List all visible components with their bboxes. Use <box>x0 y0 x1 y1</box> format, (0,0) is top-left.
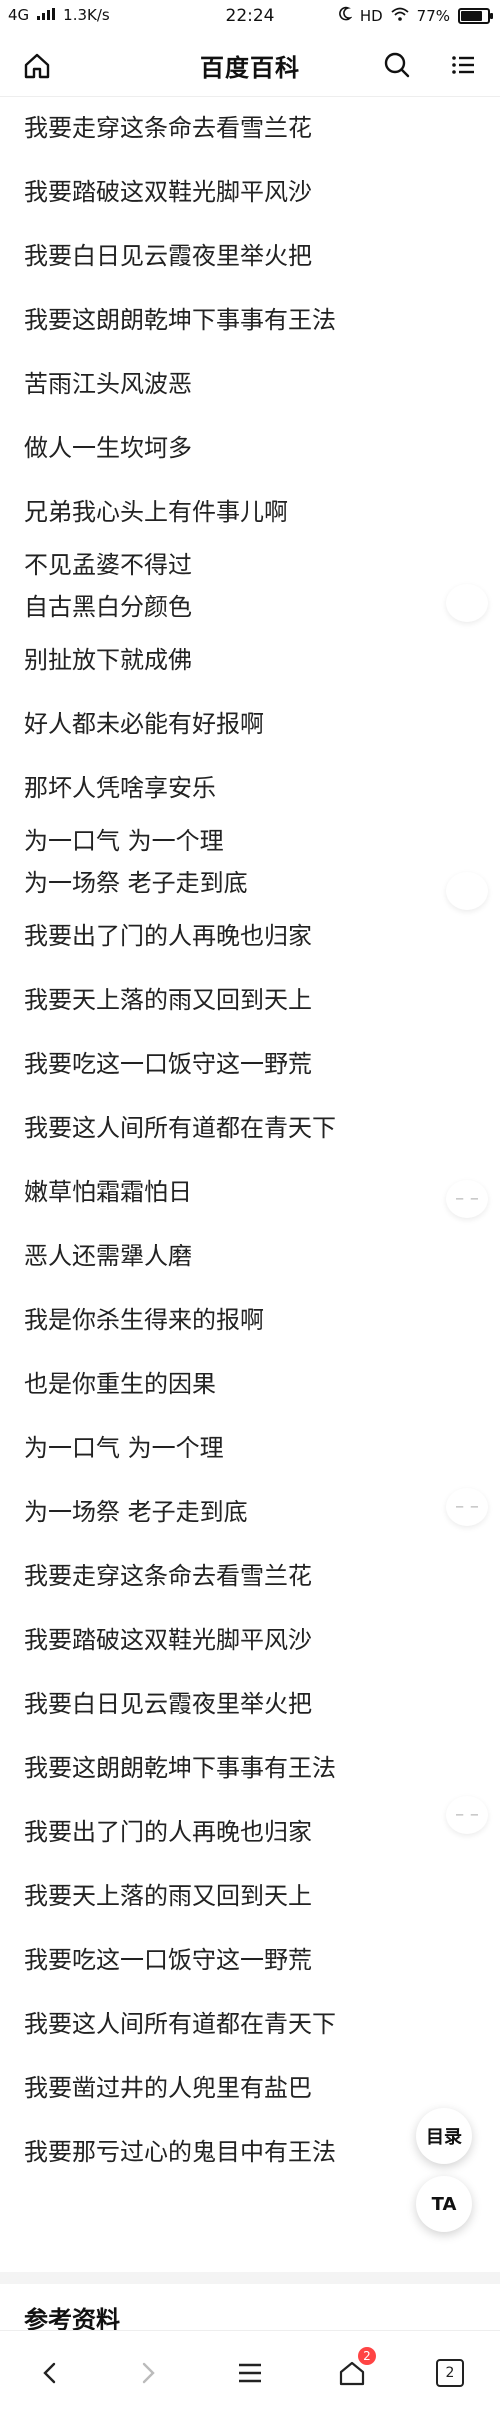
lyric-line: 我要这人间所有道都在青天下 <box>24 2010 336 2038</box>
battery-percent: 77% <box>416 7 450 25</box>
top-nav: 百度百科 <box>0 34 500 97</box>
page-title: 百度百科 <box>200 54 300 82</box>
lyric-line: 我要天上落的雨又回到天上 <box>24 1882 312 1910</box>
lyric-line: 做人一生坎坷多 <box>24 434 192 462</box>
lyric-line: 为一场祭 老子走到底 <box>24 1498 248 1526</box>
lyric-line: 我要踏破这双鞋光脚平风沙 <box>24 1626 312 1654</box>
status-bar: 4G 1.3K/s 22:24 HD 77% <box>0 0 500 34</box>
lyric-line: 我要吃这一口饭守这一野荒 <box>24 1050 312 1078</box>
lyric-line: 我是你杀生得来的报啊 <box>24 1306 264 1334</box>
ta-button[interactable]: TA <box>416 2176 472 2232</box>
notification-badge: 2 <box>358 2347 376 2365</box>
lyric-line: 自古黑白分颜色 <box>24 593 192 621</box>
battery-icon <box>458 8 493 24</box>
side-marker[interactable]: – – <box>446 1796 488 1834</box>
ta-label: TA <box>431 2193 457 2215</box>
lyric-line: 我要出了门的人再晚也归家 <box>24 1818 312 1846</box>
side-marker[interactable]: – – <box>446 1180 488 1218</box>
status-right: HD 77% <box>336 6 493 26</box>
lyric-line: 为一口气 为一个理 <box>24 827 224 855</box>
lyric-line: 我要白日见云霞夜里举火把 <box>24 1690 312 1718</box>
lyric-line: 嫩草怕霜霜怕日 <box>24 1178 192 1206</box>
lyric-line: 我要走穿这条命去看雪兰花 <box>24 1562 312 1590</box>
side-marker[interactable] <box>446 872 488 910</box>
lyric-line: 我要出了门的人再晚也归家 <box>24 922 312 950</box>
bottom-bar: 2 2 <box>0 2330 500 2411</box>
home-icon[interactable]: 2 <box>332 2347 376 2393</box>
lyric-line: 别扯放下就成佛 <box>24 646 192 674</box>
lyric-line: 我要走穿这条命去看雪兰花 <box>24 114 312 142</box>
lyric-line: 我要吃这一口饭守这一野荒 <box>24 1946 312 1974</box>
side-marker[interactable]: – – <box>446 1488 488 1526</box>
lyric-line: 恶人还需犟人磨 <box>24 1242 192 1270</box>
side-marker[interactable] <box>446 584 488 622</box>
lyric-line: 我要凿过井的人兜里有盐巴 <box>24 2074 312 2102</box>
lyric-line: 我要这人间所有道都在青天下 <box>24 1114 336 1142</box>
hd-label: HD <box>359 7 383 25</box>
lyric-line: 苦雨江头风波恶 <box>24 370 192 398</box>
lyric-line: 不见孟婆不得过 <box>24 551 192 579</box>
section-divider <box>0 2272 500 2284</box>
search-icon[interactable] <box>382 50 412 80</box>
menu-icon[interactable] <box>448 50 478 80</box>
tabs-button[interactable]: 2 <box>430 2353 470 2393</box>
dnd-icon <box>336 6 353 26</box>
lyric-line: 我要这朗朗乾坤下事事有王法 <box>24 306 336 334</box>
lyric-line: 好人都未必能有好报啊 <box>24 710 264 738</box>
wifi-icon <box>391 7 409 25</box>
tabs-count: 2 <box>436 2359 464 2387</box>
lyric-line: 我要天上落的雨又回到天上 <box>24 986 312 1014</box>
lyric-line: 我要白日见云霞夜里举火把 <box>24 242 312 270</box>
toc-label: 目录 <box>426 2127 462 2148</box>
lyric-line: 我要这朗朗乾坤下事事有王法 <box>24 1754 336 1782</box>
lyric-line: 为一场祭 老子走到底 <box>24 869 248 897</box>
toc-button[interactable]: 目录 <box>416 2108 472 2164</box>
menu-icon[interactable] <box>230 2353 270 2393</box>
lyric-line: 为一口气 为一个理 <box>24 1434 224 1462</box>
lyric-line: 我要踏破这双鞋光脚平风沙 <box>24 178 312 206</box>
lyric-line: 也是你重生的因果 <box>24 1370 216 1398</box>
lyric-line: 那坏人凭啥享安乐 <box>24 774 216 802</box>
back-icon[interactable] <box>30 2353 70 2393</box>
lyrics-list: 我要走穿这条命去看雪兰花 我要踏破这双鞋光脚平风沙 我要白日见云霞夜里举火把 我… <box>0 96 500 2184</box>
forward-icon[interactable] <box>128 2353 168 2393</box>
lyric-line: 兄弟我心头上有件事儿啊 <box>24 498 288 526</box>
